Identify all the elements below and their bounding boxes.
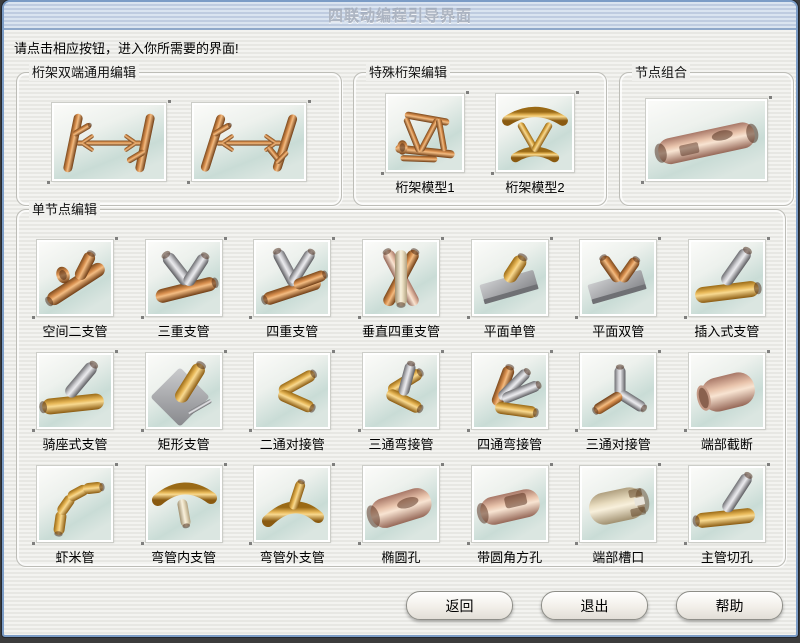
rounded-square-hole-icon xyxy=(472,466,548,542)
tool-button-four-way-bend[interactable]: 四通弯接管 xyxy=(472,353,548,453)
end-truncate-icon xyxy=(689,353,765,429)
group-node-combo: 节点组合 xyxy=(619,72,794,206)
tile-label: 平面双管 xyxy=(592,321,644,340)
tile-label: 弯管内支管 xyxy=(151,547,216,566)
rect-branch-icon xyxy=(146,353,222,429)
tile-label: 垂直四重支管 xyxy=(362,321,440,340)
tool-button-insert-branch[interactable]: 插入式支管 xyxy=(689,240,765,340)
tool-button-shrimp-elbow[interactable]: 虾米管 xyxy=(37,466,113,566)
tool-button-two-way-butt[interactable]: 二通对接管 xyxy=(254,353,330,453)
group-single-node: 单节点编辑 空间二支管三重支管四重支管垂直四重支管平面单管平面双管插入式支管骑座… xyxy=(16,209,786,567)
tool-button-rect-branch[interactable]: 矩形支管 xyxy=(146,353,222,453)
tile-label: 三重支管 xyxy=(158,321,210,340)
quad-branch-icon xyxy=(254,240,330,316)
group-node-combo-label: 节点组合 xyxy=(632,64,690,81)
saddle-branch-icon xyxy=(37,353,113,429)
tile-label: 桁架模型1 xyxy=(395,177,454,196)
tile-label: 带圆角方孔 xyxy=(477,547,542,566)
truss-both-ends-2-icon xyxy=(192,103,306,181)
tool-button-quad-branch[interactable]: 四重支管 xyxy=(254,240,330,340)
tile-label: 平面单管 xyxy=(484,321,536,340)
tile-label: 弯管外支管 xyxy=(260,547,325,566)
tile-label: 二通对接管 xyxy=(260,434,325,453)
tool-button-vertical-quad-branch[interactable]: 垂直四重支管 xyxy=(363,240,439,340)
tool-button-oval-hole[interactable]: 椭圆孔 xyxy=(363,466,439,566)
three-way-butt-icon xyxy=(580,353,656,429)
tile-label: 椭圆孔 xyxy=(381,547,420,566)
tool-button-plane-double-pipe[interactable]: 平面双管 xyxy=(580,240,656,340)
truss-model-1-icon xyxy=(386,94,464,172)
oval-hole-icon xyxy=(363,466,439,542)
tool-button-truss-both-ends-1[interactable] xyxy=(52,103,166,181)
tool-button-end-notch[interactable]: 端部槽口 xyxy=(580,466,656,566)
tool-button-truss-model-1[interactable]: 桁架模型1 xyxy=(386,94,464,196)
bend-inner-branch-icon xyxy=(146,466,222,542)
single-node-buttons: 空间二支管 三重支管 四重支管 垂直四重支管 平面单管 平面双管 插入式支管骑座式支管 矩形支… xyxy=(17,210,785,566)
window-title: 四联动编程引导界面 xyxy=(328,5,472,26)
main-pipe-cut-hole-icon xyxy=(689,466,765,542)
plane-single-pipe-icon xyxy=(472,240,548,316)
tile-label: 四通弯接管 xyxy=(477,434,542,453)
tool-button-combined-node[interactable] xyxy=(646,99,767,181)
group-truss-special-label: 特殊桁架编辑 xyxy=(366,64,450,81)
shrimp-elbow-icon xyxy=(37,466,113,542)
tile-label: 骑座式支管 xyxy=(42,434,107,453)
tool-button-space-two-branch[interactable]: 空间二支管 xyxy=(37,240,113,340)
tile-label: 矩形支管 xyxy=(158,434,210,453)
vertical-quad-branch-icon xyxy=(363,240,439,316)
application-window: 四联动编程引导界面 请点击相应按钮，进入你所需要的界面! 桁架双端通用编辑 特殊… xyxy=(2,0,798,637)
tile-label: 四重支管 xyxy=(266,321,318,340)
tile-label: 空间二支管 xyxy=(42,321,107,340)
tile-label: 端部槽口 xyxy=(592,547,644,566)
truss-special-buttons: 桁架模型1 桁架模型2 xyxy=(354,73,606,196)
tile-label: 三通弯接管 xyxy=(368,434,433,453)
truss-general-buttons xyxy=(17,73,341,181)
tool-button-three-way-bend[interactable]: 三通弯接管 xyxy=(363,353,439,453)
tile-label: 虾米管 xyxy=(55,547,94,566)
group-truss-general-label: 桁架双端通用编辑 xyxy=(29,64,139,81)
combined-node-icon xyxy=(646,99,767,181)
titlebar[interactable]: 四联动编程引导界面 xyxy=(4,2,796,30)
end-notch-icon xyxy=(580,466,656,542)
tool-button-rounded-square-hole[interactable]: 带圆角方孔 xyxy=(472,466,548,566)
tool-button-truss-both-ends-2[interactable] xyxy=(192,103,306,181)
exit-button[interactable]: 退出 xyxy=(541,591,648,620)
tile-label: 桁架模型2 xyxy=(505,177,564,196)
instruction-text: 请点击相应按钮，进入你所需要的界面! xyxy=(14,38,239,57)
truss-both-ends-1-icon xyxy=(52,103,166,181)
tool-button-main-pipe-cut-hole[interactable]: 主管切孔 xyxy=(689,466,765,566)
tool-button-triple-branch[interactable]: 三重支管 xyxy=(146,240,222,340)
triple-branch-icon xyxy=(146,240,222,316)
truss-model-2-icon xyxy=(496,94,574,172)
footer-buttons: 返回 退出 帮助 xyxy=(406,591,783,620)
tool-button-bend-inner-branch[interactable]: 弯管内支管 xyxy=(146,466,222,566)
group-truss-general: 桁架双端通用编辑 xyxy=(16,72,342,206)
three-way-bend-icon xyxy=(363,353,439,429)
space-two-branch-icon xyxy=(37,240,113,316)
four-way-bend-icon xyxy=(472,353,548,429)
tool-button-three-way-butt[interactable]: 三通对接管 xyxy=(580,353,656,453)
tile-label: 插入式支管 xyxy=(694,321,759,340)
tile-label: 主管切孔 xyxy=(701,547,753,566)
group-single-node-label: 单节点编辑 xyxy=(29,201,100,218)
two-way-butt-icon xyxy=(254,353,330,429)
back-button[interactable]: 返回 xyxy=(406,591,513,620)
plane-double-pipe-icon xyxy=(580,240,656,316)
group-truss-special: 特殊桁架编辑 桁架模型1桁架模型2 xyxy=(353,72,607,206)
node-combo-buttons xyxy=(620,73,793,181)
insert-branch-icon xyxy=(689,240,765,316)
tile-label: 端部截断 xyxy=(701,434,753,453)
bend-outer-branch-icon xyxy=(254,466,330,542)
tool-button-bend-outer-branch[interactable]: 弯管外支管 xyxy=(254,466,330,566)
help-button[interactable]: 帮助 xyxy=(676,591,783,620)
tool-button-saddle-branch[interactable]: 骑座式支管 xyxy=(37,353,113,453)
tool-button-end-truncate[interactable]: 端部截断 xyxy=(689,353,765,453)
tile-label: 三通对接管 xyxy=(586,434,651,453)
tool-button-plane-single-pipe[interactable]: 平面单管 xyxy=(472,240,548,340)
tool-button-truss-model-2[interactable]: 桁架模型2 xyxy=(496,94,574,196)
